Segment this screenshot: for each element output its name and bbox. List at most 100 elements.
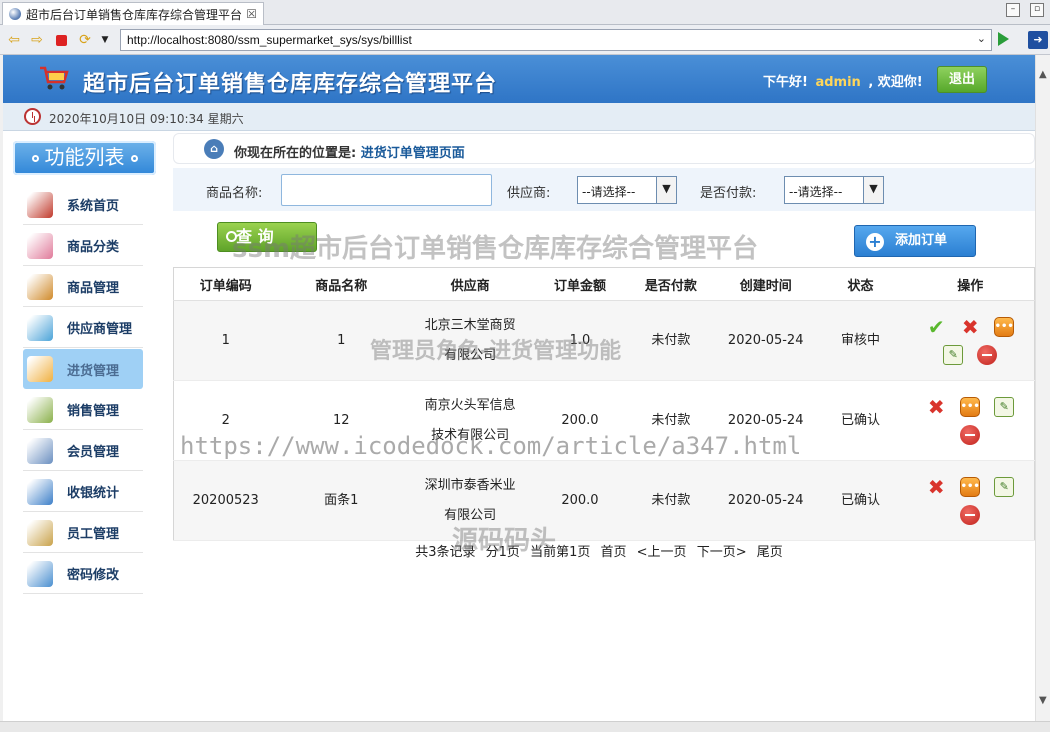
cell-created: 2020-05-24	[716, 460, 815, 541]
cell-paid: 未付款	[624, 300, 717, 381]
sidebar-item-label: 商品分类	[67, 240, 120, 255]
product-name-input[interactable]	[281, 174, 492, 206]
pager-current: 当前第1页	[530, 545, 591, 560]
cell-code: 1	[173, 300, 278, 381]
edit-icon[interactable]: ✎	[994, 396, 1015, 417]
history-dropdown-icon[interactable]: ▼	[97, 32, 113, 48]
pager-last-link[interactable]: 尾页	[757, 545, 783, 560]
cell-supplier: 深圳市泰香米业有限公司	[405, 460, 536, 541]
status-bar	[0, 721, 1050, 732]
page-favicon-icon	[9, 8, 21, 20]
cashier-icon	[27, 478, 53, 505]
address-bar[interactable]: http://localhost:8080/ssm_supermarket_sy…	[120, 29, 992, 51]
home-icon	[27, 191, 53, 218]
cell-created: 2020-05-24	[716, 300, 815, 381]
remove-icon[interactable]	[960, 424, 981, 445]
pager-first-link[interactable]: 首页	[601, 545, 627, 560]
back-icon[interactable]: ⇦	[6, 32, 22, 48]
extension-icon[interactable]: ➜	[1028, 31, 1048, 49]
supplier-select[interactable]: --请选择-- ▼	[577, 176, 677, 204]
sidebar-item-5[interactable]: 销售管理	[23, 390, 143, 430]
edit-icon[interactable]: ✎	[994, 476, 1015, 497]
orders-table: 订单编码 商品名称 供应商 订单金额 是否付款 创建时间 状态 操作 1 1 北京三木堂商贸有限公…	[173, 267, 1035, 541]
add-order-label: 添加订单	[895, 233, 948, 248]
sidebar-item-3[interactable]: 供应商管理	[23, 308, 143, 348]
app-title: 超市后台订单销售仓库库存综合管理平台	[83, 72, 498, 97]
pager-pages: 分1页	[485, 545, 520, 560]
sidebar-item-label: 进货管理	[67, 363, 120, 379]
approve-icon[interactable]: ✔	[926, 315, 946, 339]
cell-paid: 未付款	[624, 460, 717, 541]
clock-icon	[24, 108, 41, 125]
sidebar-item-label: 供应商管理	[67, 322, 133, 337]
pager-next-link[interactable]: 下一页>	[697, 545, 747, 560]
sidebar-item-label: 销售管理	[67, 404, 120, 419]
cell-amount: 200.0	[535, 380, 625, 461]
sidebar-item-1[interactable]: 商品分类	[23, 226, 143, 266]
sidebar-item-label: 会员管理	[67, 445, 120, 460]
paid-select[interactable]: --请选择-- ▼	[784, 176, 884, 204]
sidebar-heading-text: 功能列表	[44, 145, 125, 169]
home-icon: ⌂	[204, 139, 224, 159]
purchase-icon	[27, 356, 53, 382]
delete-icon[interactable]: ✖	[960, 315, 980, 339]
sidebar-item-8[interactable]: 员工管理	[23, 513, 143, 553]
sidebar-item-9[interactable]: 密码修改	[23, 554, 143, 594]
cell-code: 2	[173, 380, 278, 461]
browser-toolbar: ⇦ ⇨ ⟳ ▼ http://localhost:8080/ssm_superm…	[0, 25, 1050, 55]
tab-title: 超市后台订单销售仓库库存综合管理平台	[26, 7, 243, 22]
cell-status: 已确认	[814, 380, 907, 461]
sidebar-item-2[interactable]: 商品管理	[23, 267, 143, 307]
go-icon[interactable]	[998, 32, 1009, 46]
delete-icon[interactable]: ✖	[926, 475, 946, 499]
vertical-scrollbar[interactable]: ▲ ▼	[1035, 55, 1050, 721]
greeting-prefix: 下午好!	[763, 75, 808, 90]
maximize-icon[interactable]: ▫	[1030, 3, 1044, 17]
product-name-label: 商品名称:	[206, 186, 263, 201]
url-dropdown-icon[interactable]: ⌄	[977, 32, 986, 45]
query-label: 查 询	[236, 227, 274, 246]
cell-operations: ✔ ✖ ••• ✎	[906, 300, 1035, 381]
column-header: 状态	[814, 267, 907, 301]
column-header: 创建时间	[716, 267, 815, 301]
chevron-down-icon: ▼	[656, 177, 676, 203]
members-icon	[27, 437, 53, 464]
add-order-button[interactable]: + 添加订单	[854, 225, 976, 257]
table-row: 1 1 北京三木堂商贸有限公司 1.0 未付款 2020-05-24 审核中 ✔ ✖ ••• ✎	[173, 300, 1035, 381]
tab-close-icon[interactable]: ☒	[246, 7, 257, 21]
minimize-icon[interactable]: –	[1006, 3, 1020, 17]
plus-icon: +	[866, 233, 884, 251]
cart-icon	[40, 66, 69, 90]
breadcrumb: ⌂ 你现在所在的位置是: 进货订单管理页面	[173, 133, 1035, 164]
refresh-icon[interactable]: ⟳	[77, 32, 93, 48]
app-header: 超市后台订单销售仓库库存综合管理平台 下午好! admin , 欢迎你! 退出	[3, 55, 1035, 103]
view-detail-icon[interactable]: •••	[960, 476, 981, 497]
sidebar-item-4[interactable]: 进货管理	[23, 349, 143, 389]
cell-supplier: 南京火头军信息技术有限公司	[405, 380, 536, 461]
delete-icon[interactable]: ✖	[926, 395, 946, 419]
url-text: http://localhost:8080/ssm_supermarket_sy…	[127, 33, 412, 47]
pager-prev-link[interactable]: <上一页	[637, 545, 687, 560]
sidebar-item-0[interactable]: 系统首页	[23, 185, 143, 225]
logout-button[interactable]: 退出	[937, 66, 987, 93]
cell-supplier: 北京三木堂商贸有限公司	[405, 300, 536, 381]
sidebar-item-7[interactable]: 收银统计	[23, 472, 143, 512]
edit-icon[interactable]: ✎	[943, 344, 964, 365]
cell-status: 审核中	[814, 300, 907, 381]
sidebar-heading: 功能列表	[13, 141, 156, 175]
remove-icon[interactable]	[977, 344, 998, 365]
column-header: 商品名称	[277, 267, 406, 301]
stop-icon[interactable]	[53, 32, 69, 48]
forward-icon[interactable]: ⇨	[29, 32, 45, 48]
view-detail-icon[interactable]: •••	[960, 396, 981, 417]
cell-status: 已确认	[814, 460, 907, 541]
view-detail-icon[interactable]: •••	[994, 316, 1015, 337]
query-button[interactable]: 查 询	[217, 222, 317, 252]
scroll-up-icon[interactable]: ▲	[1039, 69, 1047, 80]
sidebar-item-6[interactable]: 会员管理	[23, 431, 143, 471]
sidebar-item-label: 密码修改	[67, 568, 120, 583]
table-row: 20200523 面条1 深圳市泰香米业有限公司 200.0 未付款 2020-05-24…	[173, 460, 1035, 541]
remove-icon[interactable]	[960, 504, 981, 525]
scroll-down-icon[interactable]: ▼	[1039, 695, 1047, 706]
browser-tab[interactable]: 超市后台订单销售仓库库存综合管理平台 ☒	[2, 2, 264, 25]
